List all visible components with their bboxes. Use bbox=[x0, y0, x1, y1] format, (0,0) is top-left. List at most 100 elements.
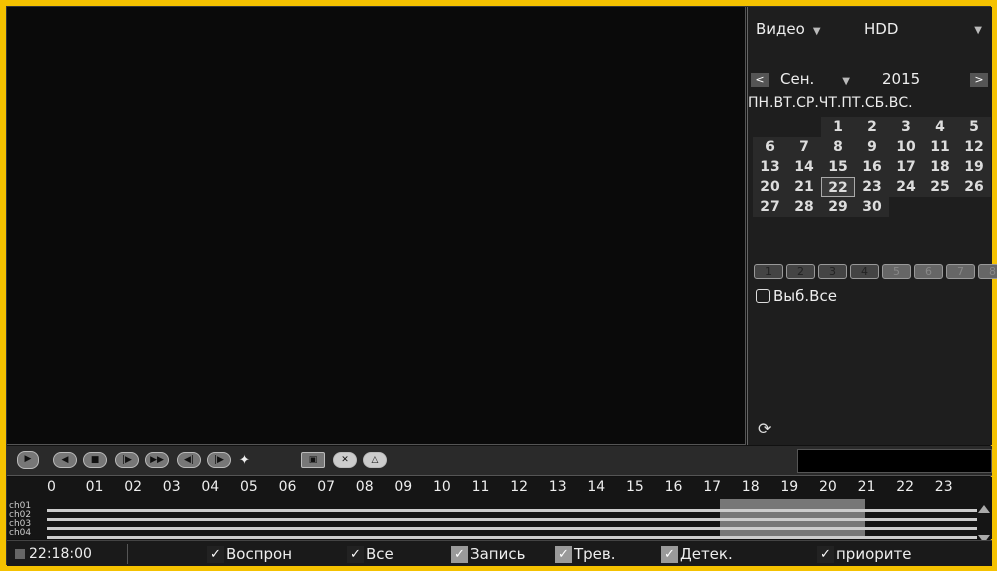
check-icon: ✓ bbox=[451, 545, 468, 563]
calendar-day[interactable]: 13 bbox=[753, 157, 787, 177]
channel-track[interactable] bbox=[47, 509, 977, 512]
filter-checkbox[interactable]: ✓ Воспрон bbox=[207, 545, 292, 563]
calendar-day[interactable]: 23 bbox=[855, 177, 889, 197]
play-icon[interactable]: ▶ bbox=[17, 451, 39, 469]
calendar-day[interactable]: 29 bbox=[821, 197, 855, 217]
channel-track[interactable] bbox=[47, 536, 977, 539]
channel-button[interactable]: 8 bbox=[978, 264, 997, 279]
status-bar: 22:18:00 ✓ Воспрон ✓ Все ✓ Запись ✓ Трев. ✓ Детек… bbox=[7, 540, 992, 566]
select-all-label: Выб.Все bbox=[773, 287, 837, 305]
calendar-day[interactable]: 25 bbox=[923, 177, 957, 197]
hour-tick-label: 12 bbox=[510, 479, 529, 495]
hour-tick-label: 11 bbox=[471, 479, 490, 495]
close-icon[interactable]: ✕ bbox=[333, 452, 357, 468]
calendar-day[interactable]: 10 bbox=[889, 137, 923, 157]
calendar-day[interactable]: 17 bbox=[889, 157, 923, 177]
calendar-day[interactable]: 16 bbox=[855, 157, 889, 177]
hour-tick-label: 14 bbox=[587, 479, 606, 495]
hour-tick-label: 21 bbox=[857, 479, 876, 495]
calendar-day[interactable]: 6 bbox=[753, 137, 787, 157]
calendar-day[interactable]: 27 bbox=[753, 197, 787, 217]
hour-tick-label: 10 bbox=[433, 479, 451, 495]
calendar-week: 12345 bbox=[753, 117, 991, 137]
refresh-icon[interactable]: ⟳ bbox=[758, 419, 776, 438]
calendar-day[interactable]: 19 bbox=[957, 157, 991, 177]
backup-icon[interactable]: △ bbox=[363, 452, 387, 468]
channel-button[interactable]: 2 bbox=[786, 264, 815, 279]
storage-select[interactable]: HDD ▼ bbox=[864, 20, 988, 38]
calendar-day[interactable]: 12 bbox=[957, 137, 991, 157]
filter-label: Запись bbox=[470, 545, 526, 563]
channel-button[interactable]: 4 bbox=[850, 264, 879, 279]
weekday-header: ПН.ВТ.СР.ЧТ.ПТ.СБ.ВС. bbox=[748, 95, 913, 111]
timeline[interactable]: 0 01 02 03 04 05 06 07 08 09 10 11 12 13 14 15 16 17 18 19 2… bbox=[7, 477, 992, 543]
channel-track[interactable] bbox=[47, 518, 977, 521]
calendar-day[interactable]: 1 bbox=[821, 117, 855, 137]
clip-icon[interactable]: ✦ bbox=[239, 453, 250, 468]
fullscreen-icon[interactable]: ▣ bbox=[301, 452, 325, 468]
calendar-day[interactable]: 9 bbox=[855, 137, 889, 157]
calendar-day[interactable]: 7 bbox=[787, 137, 821, 157]
calendar-day[interactable]: 30 bbox=[855, 197, 889, 217]
channel-track-label: ch04 bbox=[9, 528, 32, 538]
calendar-day[interactable]: 3 bbox=[889, 117, 923, 137]
year-field[interactable]: 2015 bbox=[882, 70, 920, 88]
channel-button[interactable]: 1 bbox=[754, 264, 783, 279]
hour-tick-label: 23 bbox=[934, 479, 953, 495]
hour-tick-label: 07 bbox=[317, 479, 336, 495]
channel-button[interactable]: 6 bbox=[914, 264, 943, 279]
chevron-down-icon: ▼ bbox=[974, 25, 982, 36]
slow-back-icon[interactable]: ◀| bbox=[177, 452, 201, 468]
calendar-day[interactable]: 15 bbox=[821, 157, 855, 177]
storage-label: HDD bbox=[864, 20, 899, 38]
calendar-day[interactable]: 28 bbox=[787, 197, 821, 217]
reverse-icon[interactable]: ◀ bbox=[53, 452, 77, 468]
calendar-day[interactable]: 2 bbox=[855, 117, 889, 137]
calendar-week: 20 21 22 23 24 25 26 bbox=[753, 177, 991, 197]
select-all-checkbox[interactable]: Выб.Все bbox=[756, 287, 837, 305]
channel-track[interactable] bbox=[47, 527, 977, 530]
calendar-day[interactable]: 21 bbox=[787, 177, 821, 197]
calendar-empty bbox=[787, 117, 821, 137]
calendar-day[interactable]: 4 bbox=[923, 117, 957, 137]
month-label: Сен. bbox=[780, 70, 815, 88]
channel-button[interactable]: 5 bbox=[882, 264, 911, 279]
prev-month-button[interactable]: < bbox=[751, 73, 769, 87]
next-month-button[interactable]: > bbox=[970, 73, 988, 87]
filter-checkbox[interactable]: ✓ Детек. bbox=[661, 545, 733, 563]
checkbox-box bbox=[756, 289, 770, 303]
calendar-day[interactable]: 8 bbox=[821, 137, 855, 157]
step-play-icon[interactable]: |▶ bbox=[115, 452, 139, 468]
channel-button[interactable]: 3 bbox=[818, 264, 847, 279]
calendar-day[interactable]: 24 bbox=[889, 177, 923, 197]
month-select[interactable]: Сен. ▼ bbox=[780, 70, 850, 88]
playback-controls: ▶ ◀ ■ |▶ ▶▶ ◀| |▶ ✦ ▣ ✕ △ bbox=[7, 446, 992, 476]
filter-checkbox[interactable]: ✓ Все bbox=[347, 545, 394, 563]
filter-checkbox[interactable]: ✓ Запись bbox=[451, 545, 525, 563]
hour-tick-label: 0 bbox=[47, 479, 56, 495]
year-label: 2015 bbox=[882, 70, 921, 88]
time-label: 22:18:00 bbox=[29, 546, 92, 562]
stop-icon[interactable]: ■ bbox=[83, 452, 107, 468]
calendar-day[interactable]: 22 bbox=[821, 177, 855, 197]
hour-tick-label: 02 bbox=[124, 479, 143, 495]
hour-tick-label: 04 bbox=[201, 479, 220, 495]
filter-checkbox[interactable]: ✓ приорите bbox=[817, 545, 912, 563]
calendar-day[interactable]: 26 bbox=[957, 177, 991, 197]
calendar-grid: 1 2 3 4 5 6 7 8 9 10 11 12 13 14 15 16 17 18 19 20 21 22 23 24 2… bbox=[753, 117, 991, 217]
calendar-day[interactable]: 5 bbox=[957, 117, 991, 137]
calendar-day[interactable]: 18 bbox=[923, 157, 957, 177]
calendar-day[interactable]: 14 bbox=[787, 157, 821, 177]
slow-forward-icon[interactable]: |▶ bbox=[207, 452, 231, 468]
hour-tick-label: 22 bbox=[896, 479, 915, 495]
fast-forward-icon[interactable]: ▶▶ bbox=[145, 452, 169, 468]
channel-button[interactable]: 7 bbox=[946, 264, 975, 279]
calendar-day[interactable]: 20 bbox=[753, 177, 787, 197]
scroll-up-icon[interactable] bbox=[978, 505, 990, 513]
check-icon: ✓ bbox=[817, 545, 834, 563]
record-type-select[interactable]: Видео ▼ bbox=[756, 20, 821, 38]
calendar-week: 27 28 29 30 bbox=[753, 197, 991, 217]
filter-checkbox[interactable]: ✓ Трев. bbox=[555, 545, 616, 563]
calendar-day[interactable]: 11 bbox=[923, 137, 957, 157]
video-display[interactable] bbox=[7, 7, 746, 445]
